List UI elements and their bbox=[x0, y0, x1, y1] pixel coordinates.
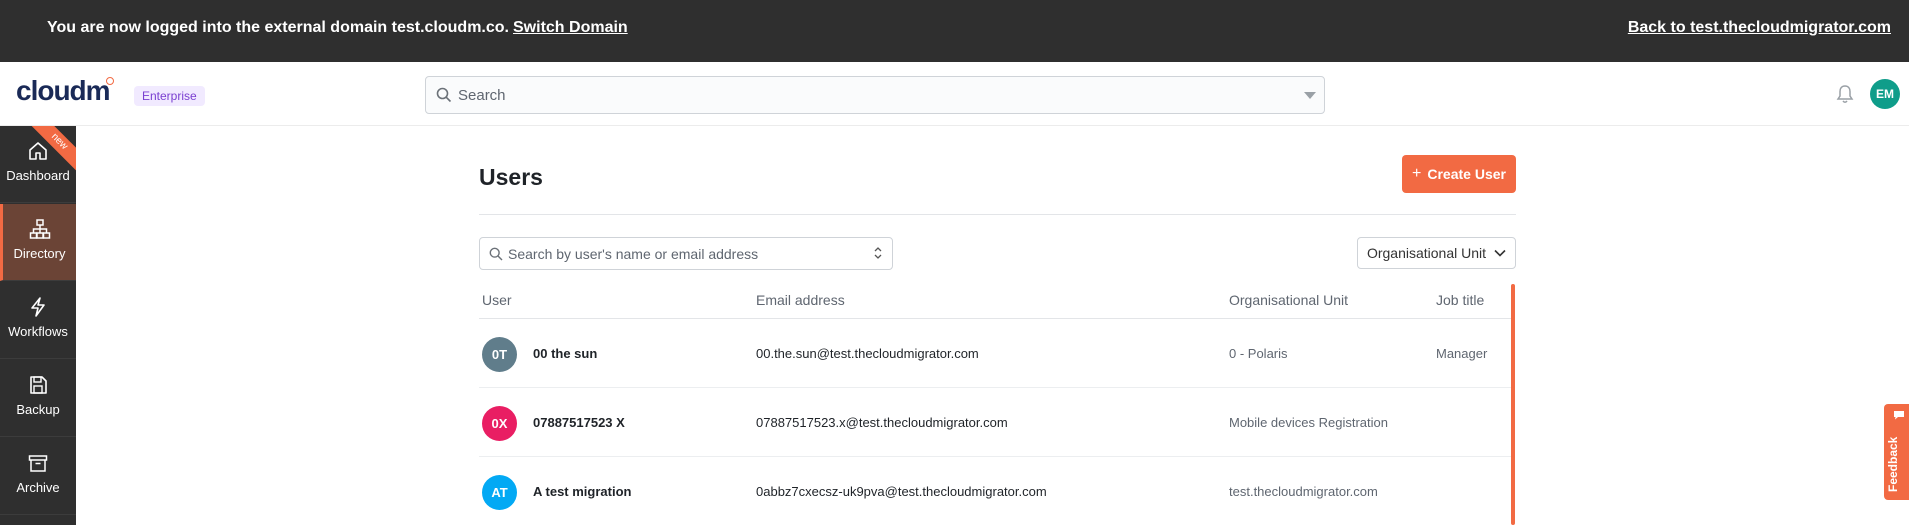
user-job-title: Manager bbox=[1436, 346, 1488, 361]
user-email: 00.the.sun@test.thecloudmigrator.com bbox=[756, 346, 979, 361]
sidebar-item-dashboard[interactable]: new Dashboard bbox=[0, 126, 76, 203]
sidebar-item-label: Workflows bbox=[8, 324, 68, 339]
home-icon bbox=[29, 142, 47, 160]
feedback-label: Feedback bbox=[1886, 436, 1900, 492]
feedback-tab[interactable]: Feedback bbox=[1884, 404, 1909, 500]
create-user-label: Create User bbox=[1427, 166, 1506, 182]
user-search-input[interactable] bbox=[508, 238, 868, 269]
avatar: AT bbox=[482, 475, 517, 510]
column-header-user[interactable]: User bbox=[482, 292, 512, 308]
chevron-down-icon bbox=[1494, 249, 1506, 257]
sidebar-item-archive[interactable]: Archive bbox=[0, 438, 76, 515]
user-ou: test.thecloudmigrator.com bbox=[1229, 484, 1378, 499]
switch-domain-link[interactable]: Switch Domain bbox=[513, 19, 628, 37]
logo-text: cloudm bbox=[16, 75, 111, 106]
search-dropdown-caret-icon[interactable] bbox=[1304, 92, 1316, 99]
cloudm-logo[interactable]: cloudm bbox=[16, 75, 111, 106]
edition-badge: Enterprise bbox=[134, 86, 205, 106]
user-ou: 0 - Polaris bbox=[1229, 346, 1288, 361]
global-search[interactable] bbox=[425, 76, 1325, 114]
table-scrollbar[interactable] bbox=[1511, 284, 1515, 525]
sidebar-item-label: Backup bbox=[16, 402, 60, 417]
user-search[interactable] bbox=[479, 237, 893, 270]
plus-icon: + bbox=[1412, 165, 1422, 182]
save-icon bbox=[30, 376, 47, 394]
column-header-ou[interactable]: Organisational Unit bbox=[1229, 292, 1348, 308]
sidebar-item-workflows[interactable]: Workflows bbox=[0, 282, 76, 359]
sidebar: new Dashboard Directory Workflows Backup… bbox=[0, 126, 76, 525]
banner-message: You are now logged into the external dom… bbox=[47, 19, 509, 36]
sidebar-item-label: Directory bbox=[13, 246, 66, 261]
create-user-button[interactable]: + Create User bbox=[1402, 155, 1516, 193]
search-icon bbox=[489, 247, 503, 261]
user-name[interactable]: 00 the sun bbox=[533, 346, 597, 361]
sidebar-item-label: Archive bbox=[16, 480, 60, 495]
notifications-bell-icon[interactable] bbox=[1836, 84, 1854, 104]
app-header: cloudm Enterprise EM bbox=[0, 62, 1909, 126]
table-row[interactable]: AT A test migration 0abbz7cxecsz-uk9pva@… bbox=[479, 457, 1512, 525]
avatar: 0X bbox=[482, 406, 517, 441]
sidebar-item-backup[interactable]: Backup bbox=[0, 360, 76, 437]
user-email: 07887517523.x@test.thecloudmigrator.com bbox=[756, 415, 1008, 430]
table-row[interactable]: 0X 07887517523 X 07887517523.x@test.thec… bbox=[479, 388, 1512, 457]
domain-banner: You are now logged into the external dom… bbox=[0, 0, 1909, 62]
organisational-unit-filter[interactable]: Organisational Unit bbox=[1357, 237, 1516, 269]
user-avatar[interactable]: EM bbox=[1870, 79, 1900, 109]
sidebar-item-label: Dashboard bbox=[6, 168, 70, 183]
user-name[interactable]: 07887517523 X bbox=[533, 415, 625, 430]
user-ou: Mobile devices Registration bbox=[1229, 415, 1388, 430]
title-divider bbox=[479, 214, 1516, 215]
sidebar-item-directory[interactable]: Directory bbox=[0, 204, 76, 281]
avatar: 0T bbox=[482, 337, 517, 372]
sort-updown-icon[interactable] bbox=[874, 246, 882, 260]
page-title: Users bbox=[479, 164, 543, 190]
table-row[interactable]: 0T 00 the sun 00.the.sun@test.thecloudmi… bbox=[479, 319, 1512, 388]
lightning-icon bbox=[31, 297, 45, 317]
column-header-email[interactable]: Email address bbox=[756, 292, 845, 308]
global-search-input[interactable] bbox=[458, 77, 1278, 113]
user-name[interactable]: A test migration bbox=[533, 484, 631, 499]
search-icon bbox=[436, 87, 452, 103]
org-chart-icon bbox=[29, 219, 50, 239]
ou-filter-label: Organisational Unit bbox=[1366, 245, 1487, 261]
back-to-domain-link[interactable]: Back to test.thecloudmigrator.com bbox=[1628, 19, 1891, 37]
user-email: 0abbz7cxecsz-uk9pva@test.thecloudmigrato… bbox=[756, 484, 1047, 499]
archive-box-icon bbox=[28, 455, 48, 472]
column-header-job-title[interactable]: Job title bbox=[1436, 292, 1484, 308]
